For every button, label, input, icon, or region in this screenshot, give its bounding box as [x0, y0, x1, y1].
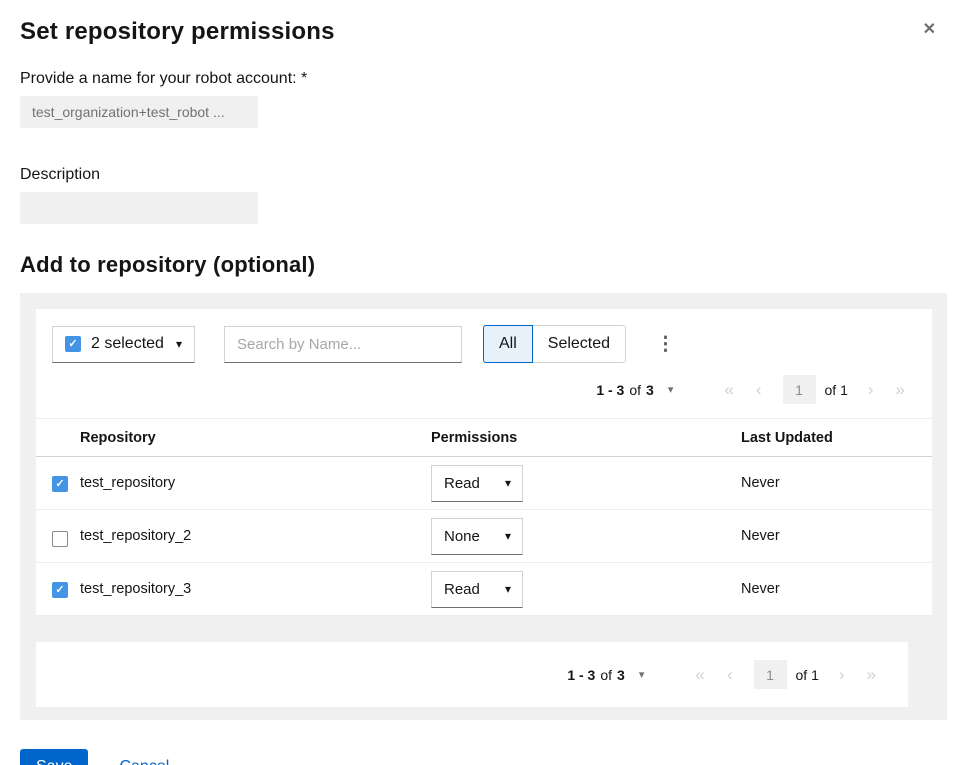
table-header-row: Repository Permissions Last Updated: [36, 419, 932, 457]
repositories-table: Repository Permissions Last Updated ✓ te…: [36, 418, 932, 616]
table-row: ✓ test_repository Read ▾ Never: [36, 457, 932, 510]
row-checkbox[interactable]: ✓: [52, 582, 68, 598]
permission-dropdown[interactable]: Read ▾: [431, 465, 523, 502]
row-checkbox[interactable]: [52, 531, 68, 547]
repository-name: test_repository: [80, 475, 431, 491]
repository-table-card: ✓ 2 selected ▾ All Selected ⋮ 1 - 3 of: [36, 309, 932, 616]
last-page-button[interactable]: »: [856, 666, 887, 683]
last-updated-value: Never: [741, 581, 932, 597]
table-row: ✓ test_repository_3 Read ▾ Never: [36, 563, 932, 616]
prev-page-button[interactable]: ‹: [716, 666, 744, 683]
permissions-cell: None ▾: [431, 518, 741, 555]
pagination-bottom-menu-toggle[interactable]: 1 - 3 of 3 ▾: [567, 667, 644, 683]
last-updated-value: Never: [741, 475, 932, 491]
permission-dropdown[interactable]: None ▾: [431, 518, 523, 555]
permissions-cell: Read ▾: [431, 571, 741, 608]
check-icon: ✓: [68, 339, 77, 350]
prev-page-button[interactable]: ‹: [745, 381, 773, 398]
repository-panel: ✓ 2 selected ▾ All Selected ⋮ 1 - 3 of: [20, 293, 947, 720]
description-group: Description: [20, 166, 946, 224]
caret-down-icon: ▾: [668, 383, 674, 396]
caret-down-icon: ▾: [639, 668, 645, 681]
filter-toggle-group: All Selected: [483, 325, 626, 363]
column-header-permissions: Permissions: [431, 430, 741, 446]
row-checkbox[interactable]: ✓: [52, 476, 68, 492]
table-body: ✓ test_repository Read ▾ Never test_repo…: [36, 457, 932, 616]
row-checkbox-cell: [36, 526, 80, 547]
pagination-total: 3: [617, 667, 625, 683]
row-checkbox-cell: ✓: [36, 580, 80, 599]
pagination-range: 1 - 3: [596, 382, 624, 398]
add-to-repository-heading: Add to repository (optional): [20, 252, 946, 278]
pagination-bottom: 1 - 3 of 3 ▾ « ‹ of 1 › »: [567, 660, 887, 689]
first-page-icon: «: [695, 665, 704, 684]
caret-down-icon: ▾: [505, 529, 511, 543]
robot-name-group: Provide a name for your robot account: *: [20, 70, 946, 128]
permission-value: None: [444, 528, 480, 545]
next-page-button[interactable]: ›: [828, 666, 856, 683]
caret-down-icon: ▾: [176, 337, 182, 351]
table-toolbar: ✓ 2 selected ▾ All Selected ⋮: [36, 309, 932, 369]
repository-name: test_repository_2: [80, 528, 431, 544]
close-icon: ✕: [923, 21, 936, 38]
permission-dropdown[interactable]: Read ▾: [431, 571, 523, 608]
toggle-selected-button[interactable]: Selected: [533, 325, 626, 363]
pagination-total: 3: [646, 382, 654, 398]
check-icon: ✓: [55, 585, 64, 596]
last-page-icon: »: [867, 665, 876, 684]
last-page-button[interactable]: »: [885, 381, 916, 398]
last-page-icon: »: [896, 380, 905, 399]
bulk-select-checkbox[interactable]: ✓: [65, 336, 81, 352]
check-icon: ✓: [55, 479, 64, 490]
page-count-label: of 1: [796, 667, 819, 683]
robot-name-label: Provide a name for your robot account: *: [20, 70, 307, 87]
repository-name: test_repository_3: [80, 581, 431, 597]
first-page-button[interactable]: «: [684, 666, 715, 683]
set-repository-permissions-modal: Set repository permissions ✕ Provide a n…: [0, 0, 966, 765]
modal-title: Set repository permissions: [20, 18, 335, 46]
cancel-button[interactable]: Cancel: [119, 758, 169, 765]
pagination-top-nav: « ‹ of 1 › »: [713, 375, 916, 404]
modal-header: Set repository permissions ✕: [20, 18, 946, 46]
column-header-last-updated: Last Updated: [741, 430, 932, 446]
description-label: Description: [20, 166, 100, 183]
first-page-icon: «: [724, 380, 733, 399]
table-row: test_repository_2 None ▾ Never: [36, 510, 932, 563]
save-button[interactable]: Save: [20, 749, 88, 765]
prev-page-icon: ‹: [727, 665, 733, 684]
page-number-input[interactable]: [754, 660, 787, 689]
permission-value: Read: [444, 475, 480, 492]
toggle-all-button[interactable]: All: [483, 325, 533, 363]
caret-down-icon: ▾: [505, 582, 511, 596]
column-header-repository: Repository: [80, 430, 431, 446]
bulk-select-label: 2 selected: [91, 335, 164, 353]
pagination-of: of: [629, 382, 641, 398]
description-input[interactable]: [20, 192, 258, 224]
caret-down-icon: ▾: [505, 476, 511, 490]
next-page-button[interactable]: ›: [857, 381, 885, 398]
row-checkbox-cell: ✓: [36, 474, 80, 493]
robot-name-input[interactable]: [20, 96, 258, 128]
prev-page-icon: ‹: [756, 380, 762, 399]
pagination-range: 1 - 3: [567, 667, 595, 683]
pagination-bottom-nav: « ‹ of 1 › »: [684, 660, 887, 689]
kebab-menu-button[interactable]: ⋮: [648, 331, 683, 358]
search-input[interactable]: [224, 326, 462, 363]
next-page-icon: ›: [839, 665, 845, 684]
pagination-top-menu-toggle[interactable]: 1 - 3 of 3 ▾: [596, 382, 673, 398]
kebab-icon: ⋮: [656, 334, 675, 355]
pagination-of: of: [600, 667, 612, 683]
modal-footer: Save Cancel: [20, 749, 946, 765]
permissions-cell: Read ▾: [431, 465, 741, 502]
pagination-bottom-card: 1 - 3 of 3 ▾ « ‹ of 1 › »: [36, 642, 908, 707]
page-count-label: of 1: [825, 382, 848, 398]
last-updated-value: Never: [741, 528, 932, 544]
next-page-icon: ›: [868, 380, 874, 399]
bulk-select-dropdown[interactable]: ✓ 2 selected ▾: [52, 326, 195, 363]
page-number-input[interactable]: [783, 375, 816, 404]
close-button[interactable]: ✕: [915, 18, 944, 42]
pagination-top: 1 - 3 of 3 ▾ « ‹ of 1 › »: [36, 369, 932, 418]
first-page-button[interactable]: «: [713, 381, 744, 398]
permission-value: Read: [444, 581, 480, 598]
